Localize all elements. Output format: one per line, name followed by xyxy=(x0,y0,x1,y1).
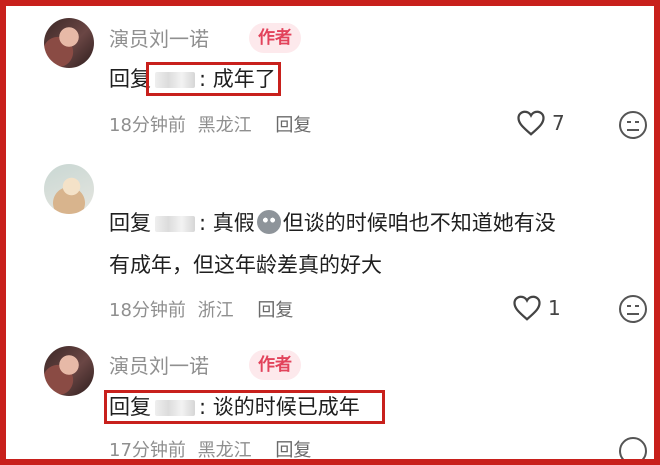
comment-text[interactable]: 回复 : 成年了 xyxy=(109,58,640,100)
location: 黑龙江 xyxy=(197,115,252,136)
comment-text[interactable]: 回复 : 真假 但谈的时候咱也不知道她有没 有成年，但这年龄差真的好大 xyxy=(109,202,640,286)
reply-text: 但谈的时候咱也不知道她有没 xyxy=(282,211,556,235)
author-badge: 作者 xyxy=(249,350,301,380)
avatar[interactable] xyxy=(44,18,94,68)
reply-text-line2: 有成年，但这年龄差真的好大 xyxy=(109,253,382,277)
reply-button[interactable]: 回复 xyxy=(275,115,311,136)
highlighted-reply: 回复 : 谈的时候已成年 xyxy=(104,390,385,424)
like-button[interactable]: 1 xyxy=(512,294,561,322)
like-button[interactable]: 7 xyxy=(516,109,565,137)
timestamp: 17分钟前 xyxy=(109,440,186,461)
like-count: 7 xyxy=(552,111,565,135)
masked-username xyxy=(155,400,195,416)
reply-text: : 成年了 xyxy=(199,67,276,91)
heart-outline-icon xyxy=(517,110,545,136)
comment-meta: 18分钟前 浙江 回复 xyxy=(109,296,299,322)
comment-author-1: 演员刘一诺 作者 回复 : 成年了 18分钟前 黑龙江 回复 7 xyxy=(6,6,654,156)
reply-text: : 真假 xyxy=(199,211,255,235)
avatar[interactable] xyxy=(44,346,94,396)
heart-outline-icon xyxy=(513,295,541,321)
comment-meta: 18分钟前 黑龙江 回复 xyxy=(109,111,317,137)
comment-meta: 17分钟前 黑龙江 回复 xyxy=(109,436,317,461)
author-badge: 作者 xyxy=(249,23,301,53)
reply-text: : 谈的时候已成年 xyxy=(199,395,360,419)
comment-user-2: 回复 : 真假 但谈的时候咱也不知道她有没 有成年，但这年龄差真的好大 18分钟前 … xyxy=(6,156,654,346)
masked-username xyxy=(155,216,195,232)
reply-button[interactable]: 回复 xyxy=(257,300,293,321)
masked-username xyxy=(155,72,195,88)
location: 浙江 xyxy=(197,300,234,321)
comment-author-3: 演员刘一诺 作者 回复 : 谈的时候已成年 17分钟前 黑龙江 回复 xyxy=(6,336,654,465)
like-count: 1 xyxy=(548,296,561,320)
timestamp: 18分钟前 xyxy=(109,115,186,136)
meh-face-icon[interactable] xyxy=(618,436,648,465)
emoji-icon xyxy=(256,210,281,234)
highlighted-reply: : 成年了 xyxy=(146,62,281,96)
meh-face-icon[interactable] xyxy=(618,110,648,140)
avatar[interactable] xyxy=(44,164,94,214)
location: 黑龙江 xyxy=(197,440,252,461)
reply-prefix: 回复 xyxy=(109,67,151,91)
commenter-name[interactable]: 演员刘一诺 xyxy=(109,350,209,379)
screenshot-frame: 演员刘一诺 作者 回复 : 成年了 18分钟前 黑龙江 回复 7 回复 : 真假 但谈… xyxy=(0,0,660,465)
commenter-name[interactable]: 演员刘一诺 xyxy=(109,23,209,52)
meh-face-icon[interactable] xyxy=(618,294,648,324)
comment-text[interactable]: 回复 : 谈的时候已成年 xyxy=(104,386,385,428)
timestamp: 18分钟前 xyxy=(109,300,186,321)
reply-prefix: 回复 xyxy=(109,211,151,235)
reply-button[interactable]: 回复 xyxy=(275,440,311,459)
reply-prefix: 回复 xyxy=(109,395,151,419)
